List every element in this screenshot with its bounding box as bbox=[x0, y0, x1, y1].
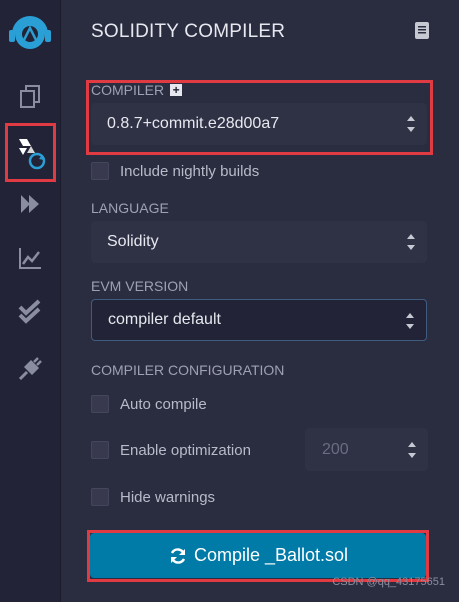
optimization-runs-value: 200 bbox=[322, 440, 349, 458]
optimization-runs-input[interactable]: 200 bbox=[305, 428, 428, 471]
remix-logo-icon[interactable] bbox=[4, 12, 56, 52]
analytics-chart-icon[interactable] bbox=[12, 240, 48, 276]
enable-optimization-row[interactable]: Enable optimization bbox=[91, 441, 251, 459]
language-value: Solidity bbox=[107, 233, 159, 250]
stepper-arrows-icon[interactable] bbox=[408, 442, 416, 458]
select-arrows-icon bbox=[406, 313, 414, 329]
plugin-plug-icon[interactable] bbox=[12, 351, 48, 387]
language-label: LANGUAGE bbox=[91, 200, 169, 216]
nightly-builds-row[interactable]: Include nightly builds bbox=[91, 162, 259, 180]
compile-highlight-box bbox=[87, 530, 429, 582]
panel-title: SOLIDITY COMPILER bbox=[91, 21, 286, 42]
enable-optimization-checkbox[interactable] bbox=[91, 441, 109, 459]
deploy-run-icon[interactable] bbox=[12, 186, 48, 222]
evm-version-value: compiler default bbox=[108, 311, 221, 328]
file-explorer-icon[interactable] bbox=[12, 78, 48, 114]
nightly-builds-checkbox[interactable] bbox=[91, 162, 109, 180]
solidity-compiler-icon[interactable] bbox=[12, 135, 48, 171]
evm-version-label: EVM VERSION bbox=[91, 278, 189, 294]
nightly-builds-label: Include nightly builds bbox=[120, 162, 260, 180]
watermark-text: CSDN @qq_43175651 bbox=[332, 576, 445, 588]
auto-compile-row[interactable]: Auto compile bbox=[91, 395, 207, 413]
enable-optimization-label: Enable optimization bbox=[120, 441, 251, 459]
documentation-book-icon[interactable] bbox=[415, 22, 429, 39]
auto-compile-label: Auto compile bbox=[120, 395, 207, 413]
hide-warnings-checkbox[interactable] bbox=[91, 488, 109, 506]
compiler-panel: SOLIDITY COMPILER COMPILER + 0.8.7+commit… bbox=[61, 0, 459, 602]
hide-warnings-label: Hide warnings bbox=[120, 488, 216, 506]
compiler-configuration-label: COMPILER CONFIGURATION bbox=[91, 362, 285, 378]
hide-warnings-row[interactable]: Hide warnings bbox=[91, 488, 215, 506]
language-select[interactable]: Solidity bbox=[91, 221, 427, 263]
double-check-icon[interactable] bbox=[12, 293, 48, 329]
compiler-highlight-box bbox=[86, 80, 433, 155]
select-arrows-icon bbox=[407, 234, 415, 250]
evm-version-select[interactable]: compiler default bbox=[91, 299, 427, 341]
icon-sidebar bbox=[0, 0, 61, 602]
auto-compile-checkbox[interactable] bbox=[91, 395, 109, 413]
